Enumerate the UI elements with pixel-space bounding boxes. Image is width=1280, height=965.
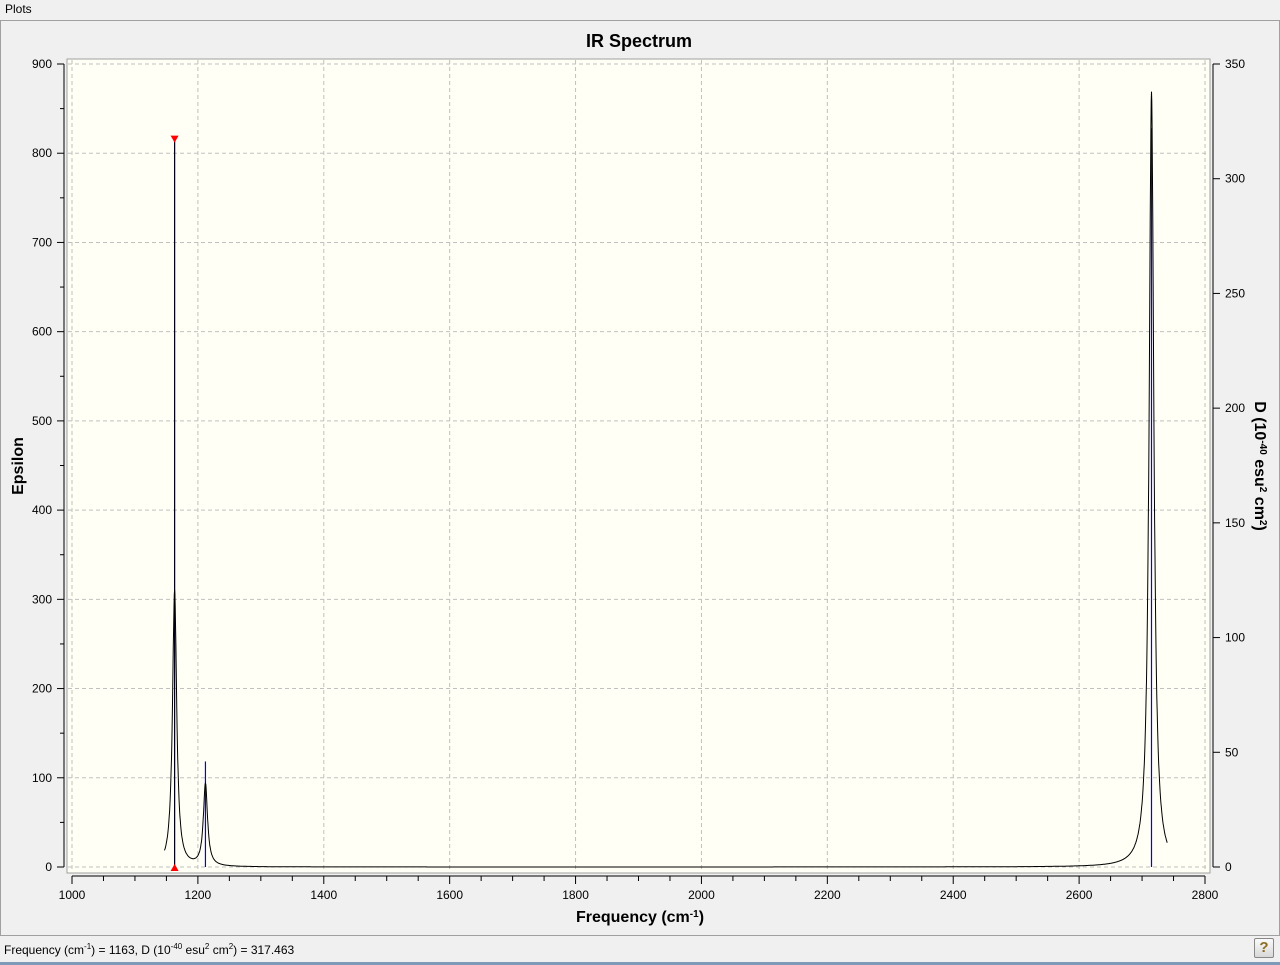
y-tick-label: 900 (32, 57, 52, 71)
y2-tick-label: 250 (1225, 286, 1245, 300)
y-axis-label: Epsilon (10, 437, 27, 495)
question-mark-icon[interactable]: ? (1254, 938, 1274, 958)
y2-tick-label: 300 (1225, 172, 1245, 186)
status-readout: Frequency (cm-1) = 1163, D (10-40 esu2 c… (4, 942, 295, 957)
y-tick-label: 400 (32, 503, 52, 517)
chart-title: IR Spectrum (586, 31, 692, 51)
status-bar: Frequency (cm-1) = 1163, D (10-40 esu2 c… (0, 935, 1280, 962)
x-tick-label: 1000 (59, 888, 86, 902)
y-tick-label: 700 (32, 235, 52, 249)
x-tick-label: 2600 (1066, 888, 1093, 902)
x-tick-label: 1400 (310, 888, 337, 902)
x-tick-label: 2400 (940, 888, 967, 902)
plot-area[interactable] (66, 58, 1211, 874)
y2-tick-label: 50 (1225, 745, 1239, 759)
x-axis-label: Frequency (cm-1) (576, 909, 704, 927)
y2-tick-label: 0 (1225, 860, 1232, 874)
y-tick-label: 100 (32, 771, 52, 785)
y-tick-label: 500 (32, 414, 52, 428)
y2-tick-label: 100 (1225, 631, 1245, 645)
x-tick-label: 2800 (1192, 888, 1219, 902)
y2-tick-label: 150 (1225, 516, 1245, 530)
x-tick-label: 1200 (185, 888, 212, 902)
y-tick-label: 0 (45, 860, 52, 874)
x-tick-label: 1600 (436, 888, 463, 902)
y-tick-label: 300 (32, 592, 52, 606)
y2-tick-label: 350 (1225, 57, 1245, 71)
x-tick-label: 2000 (688, 888, 715, 902)
y2-tick-label: 200 (1225, 401, 1245, 415)
y-tick-label: 200 (32, 682, 52, 696)
x-tick-label: 2200 (814, 888, 841, 902)
x-tick-label: 1800 (562, 888, 589, 902)
y-tick-label: 800 (32, 146, 52, 160)
y-tick-label: 600 (32, 325, 52, 339)
ir-spectrum-chart[interactable]: 1000 1200 1400 1600 1800 2000 2200 2400 2600 2800… (0, 0, 1280, 935)
y2-axis-label: D (10-40 esu2 cm2) (1251, 401, 1269, 531)
